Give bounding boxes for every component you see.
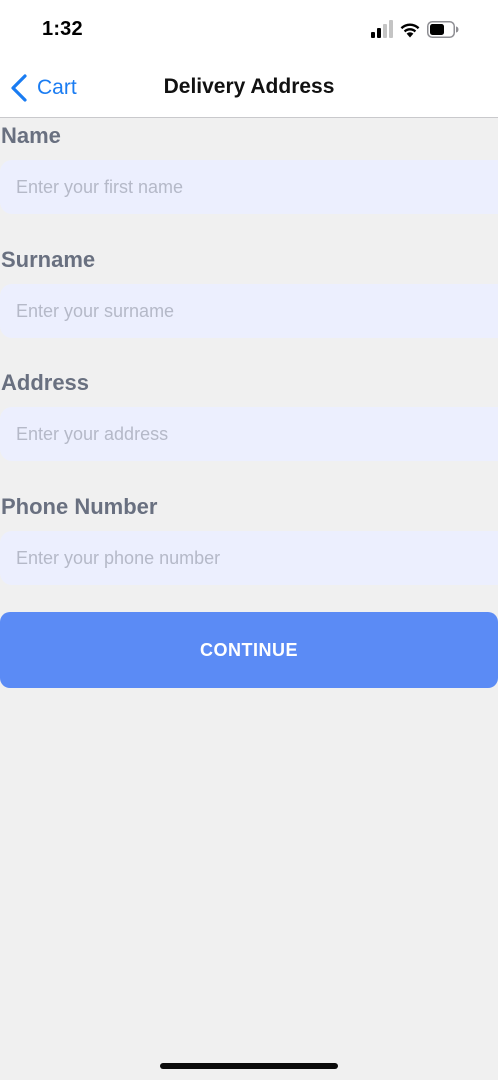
battery-icon <box>427 21 459 38</box>
surname-input[interactable] <box>0 284 498 338</box>
navigation-bar: Cart Delivery Address <box>0 58 498 118</box>
page-title: Delivery Address <box>163 75 335 98</box>
address-label: Address <box>1 370 90 395</box>
delivery-address-screen: 1:32 Cart Delivery Address Name Enter yo… <box>0 0 498 1080</box>
phone-number-input[interactable] <box>0 531 498 585</box>
wifi-icon <box>400 23 420 38</box>
status-time: 1:32 <box>42 18 83 40</box>
continue-button[interactable]: CONTINUE <box>0 612 498 688</box>
phone-number-label: Phone Number <box>1 494 158 519</box>
status-bar: 1:32 <box>0 0 498 58</box>
name-label: Name <box>1 123 61 148</box>
surname-label: Surname <box>1 247 96 272</box>
address-input[interactable] <box>0 407 498 461</box>
cellular-signal-icon <box>371 20 393 38</box>
home-indicator <box>160 1063 338 1069</box>
first-name-input[interactable] <box>0 160 498 214</box>
